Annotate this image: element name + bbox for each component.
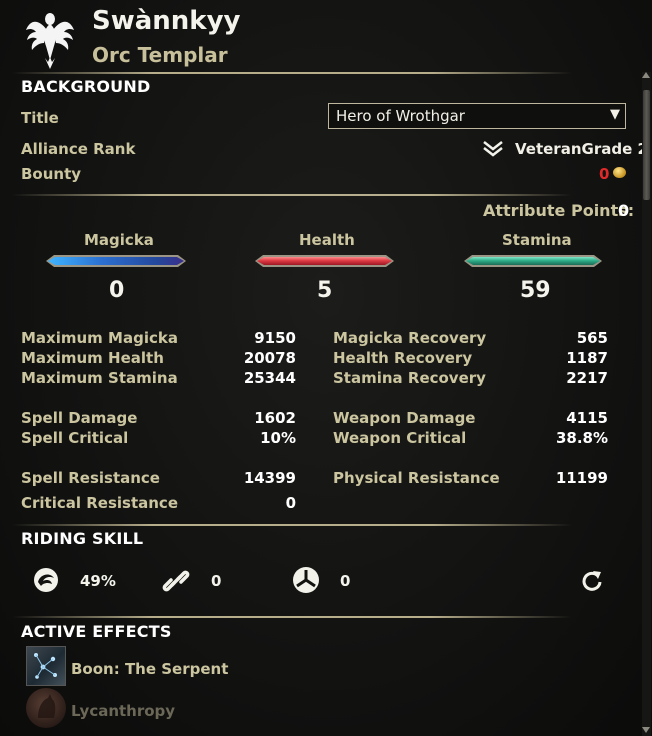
stat-value: 1187 bbox=[566, 349, 608, 367]
character-subtitle: Orc Templar bbox=[92, 43, 228, 67]
triangle-split-icon bbox=[292, 566, 320, 598]
stat-value: 38.8% bbox=[555, 429, 608, 447]
character-name: Swànnkyy bbox=[92, 6, 241, 36]
attribute-value-magicka: 0 bbox=[109, 278, 125, 303]
scrollbar[interactable] bbox=[642, 72, 651, 736]
stat-label: Spell Damage bbox=[21, 409, 138, 427]
attribute-label-magicka: Magicka bbox=[84, 231, 154, 249]
stat-label: Critical Resistance bbox=[21, 494, 178, 512]
stat-value: 4115 bbox=[566, 409, 608, 427]
stat-label: Weapon Damage bbox=[333, 409, 476, 427]
effect-item[interactable]: Boon: The Serpent bbox=[26, 646, 306, 688]
effect-label: Lycanthropy bbox=[71, 702, 176, 720]
stat-value: 565 bbox=[576, 329, 608, 347]
stat-label: Weapon Critical bbox=[333, 429, 467, 447]
stat-value: 11199 bbox=[555, 469, 608, 487]
riding-speed-value: 49% bbox=[80, 572, 116, 590]
refresh-icon[interactable] bbox=[581, 569, 603, 595]
riding-stamina-value: 0 bbox=[211, 572, 222, 590]
stamina-bar bbox=[464, 255, 602, 267]
bounty-value: 0 bbox=[599, 165, 610, 183]
scroll-up-arrow-icon[interactable] bbox=[642, 72, 650, 78]
bounty-label: Bounty bbox=[21, 165, 82, 183]
werewolf-icon bbox=[26, 688, 66, 728]
attribute-points-label: Attribute Points: bbox=[483, 201, 635, 220]
magicka-bar bbox=[46, 255, 186, 267]
divider bbox=[12, 194, 572, 196]
character-emblem bbox=[24, 10, 76, 70]
double-chevron-icon bbox=[482, 140, 504, 162]
effect-item[interactable]: Lycanthropy bbox=[26, 688, 306, 730]
stat-label: Spell Resistance bbox=[21, 469, 160, 487]
stat-label: Physical Resistance bbox=[333, 469, 500, 487]
alliance-rank-value: VeteranGrade 2 bbox=[515, 140, 648, 158]
stat-value: 10% bbox=[260, 429, 296, 447]
title-dropdown-value: Hero of Wrothgar bbox=[336, 107, 465, 125]
stat-label: Maximum Stamina bbox=[21, 369, 178, 387]
section-header-background: BACKGROUND bbox=[21, 77, 151, 96]
serpent-constellation-icon bbox=[26, 646, 66, 686]
stat-label: Maximum Health bbox=[21, 349, 164, 367]
divider bbox=[12, 72, 572, 74]
stat-value: 14399 bbox=[243, 469, 296, 487]
stat-label: Spell Critical bbox=[21, 429, 129, 447]
stat-value: 9150 bbox=[254, 329, 296, 347]
stat-value: 20078 bbox=[243, 349, 296, 367]
dropdown-arrow-icon[interactable]: ▼ bbox=[610, 107, 620, 122]
alliance-rank-label: Alliance Rank bbox=[21, 140, 136, 158]
title-label: Title bbox=[21, 109, 59, 127]
stat-value: 25344 bbox=[243, 369, 296, 387]
stat-value: 1602 bbox=[254, 409, 296, 427]
stat-label: Magicka Recovery bbox=[333, 329, 487, 347]
attribute-label-stamina: Stamina bbox=[502, 231, 572, 249]
divider bbox=[12, 524, 572, 526]
stat-label: Maximum Magicka bbox=[21, 329, 178, 347]
stat-value: 2217 bbox=[566, 369, 608, 387]
section-header-riding: RIDING SKILL bbox=[21, 529, 144, 548]
stat-label: Stamina Recovery bbox=[333, 369, 486, 387]
attribute-value-stamina: 59 bbox=[520, 278, 551, 303]
stat-value: 0 bbox=[285, 494, 296, 512]
riding-capacity-value: 0 bbox=[340, 572, 351, 590]
winged-bird-icon bbox=[26, 13, 74, 69]
scroll-down-arrow-icon[interactable] bbox=[642, 727, 650, 733]
section-header-effects: ACTIVE EFFECTS bbox=[21, 622, 172, 641]
link-icon bbox=[161, 566, 191, 600]
stat-label: Health Recovery bbox=[333, 349, 473, 367]
attribute-label-health: Health bbox=[299, 231, 355, 249]
effect-label: Boon: The Serpent bbox=[71, 660, 229, 678]
speed-swirl-icon bbox=[33, 567, 59, 597]
attribute-value-health: 5 bbox=[317, 278, 333, 303]
health-bar bbox=[255, 255, 394, 267]
title-dropdown[interactable]: Hero of Wrothgar ▼ bbox=[328, 103, 626, 129]
attribute-points-value: 0 bbox=[618, 201, 630, 220]
scroll-thumb[interactable] bbox=[643, 90, 650, 200]
gold-coin-icon bbox=[613, 167, 626, 178]
divider bbox=[12, 616, 572, 618]
